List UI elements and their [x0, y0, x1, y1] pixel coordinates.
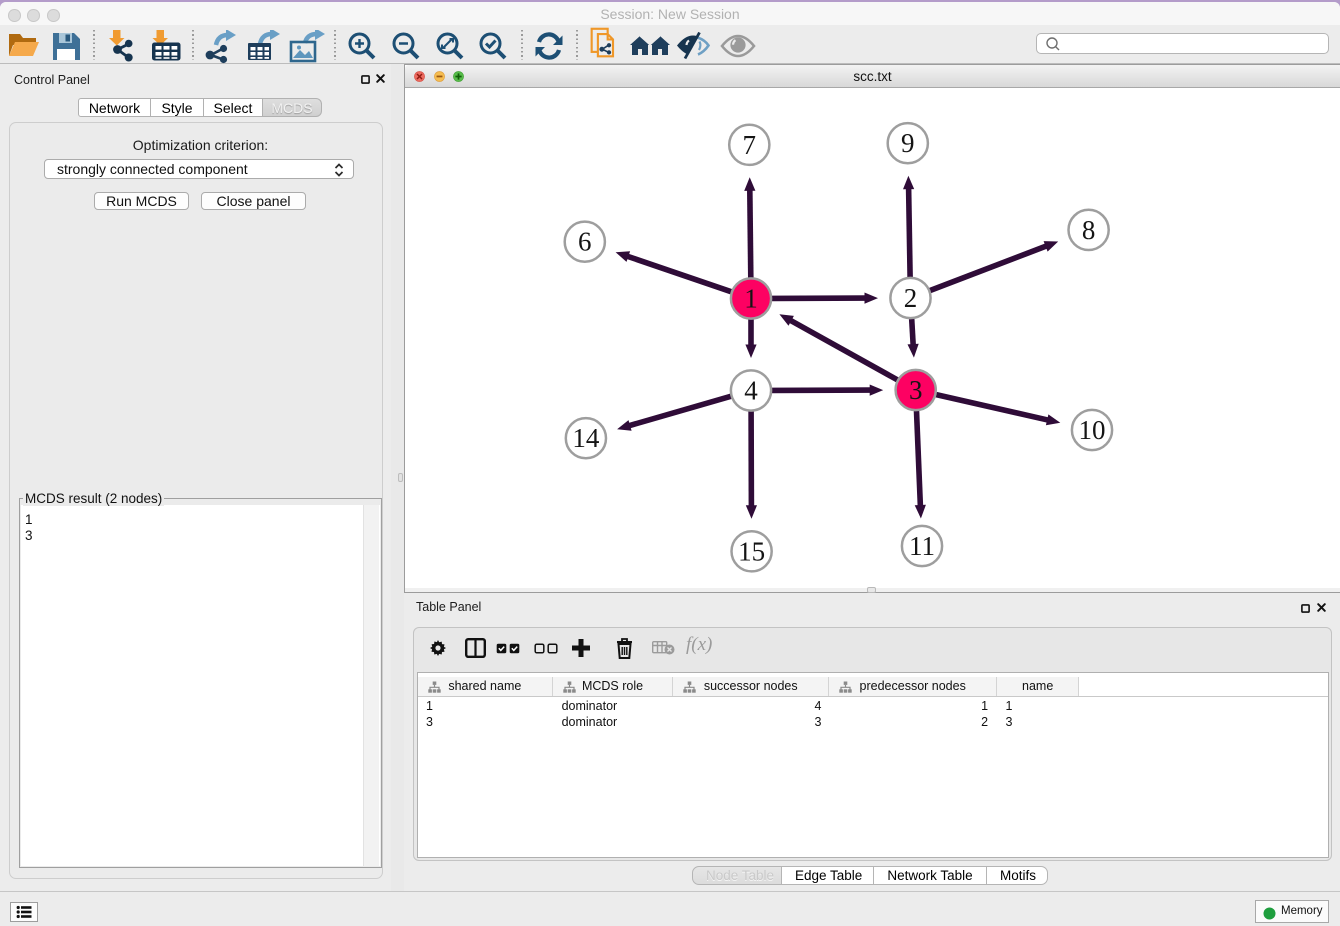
svg-text:6: 6	[578, 227, 592, 257]
svg-text:2: 2	[904, 283, 918, 313]
svg-text:4: 4	[744, 376, 758, 406]
svg-text:11: 11	[909, 531, 935, 561]
svg-text:3: 3	[909, 375, 923, 405]
svg-text:9: 9	[901, 128, 915, 158]
svg-text:8: 8	[1082, 215, 1096, 245]
svg-text:1: 1	[744, 284, 758, 314]
svg-text:10: 10	[1079, 415, 1106, 445]
svg-text:7: 7	[743, 130, 757, 160]
svg-text:15: 15	[738, 536, 765, 566]
svg-text:14: 14	[572, 423, 600, 453]
